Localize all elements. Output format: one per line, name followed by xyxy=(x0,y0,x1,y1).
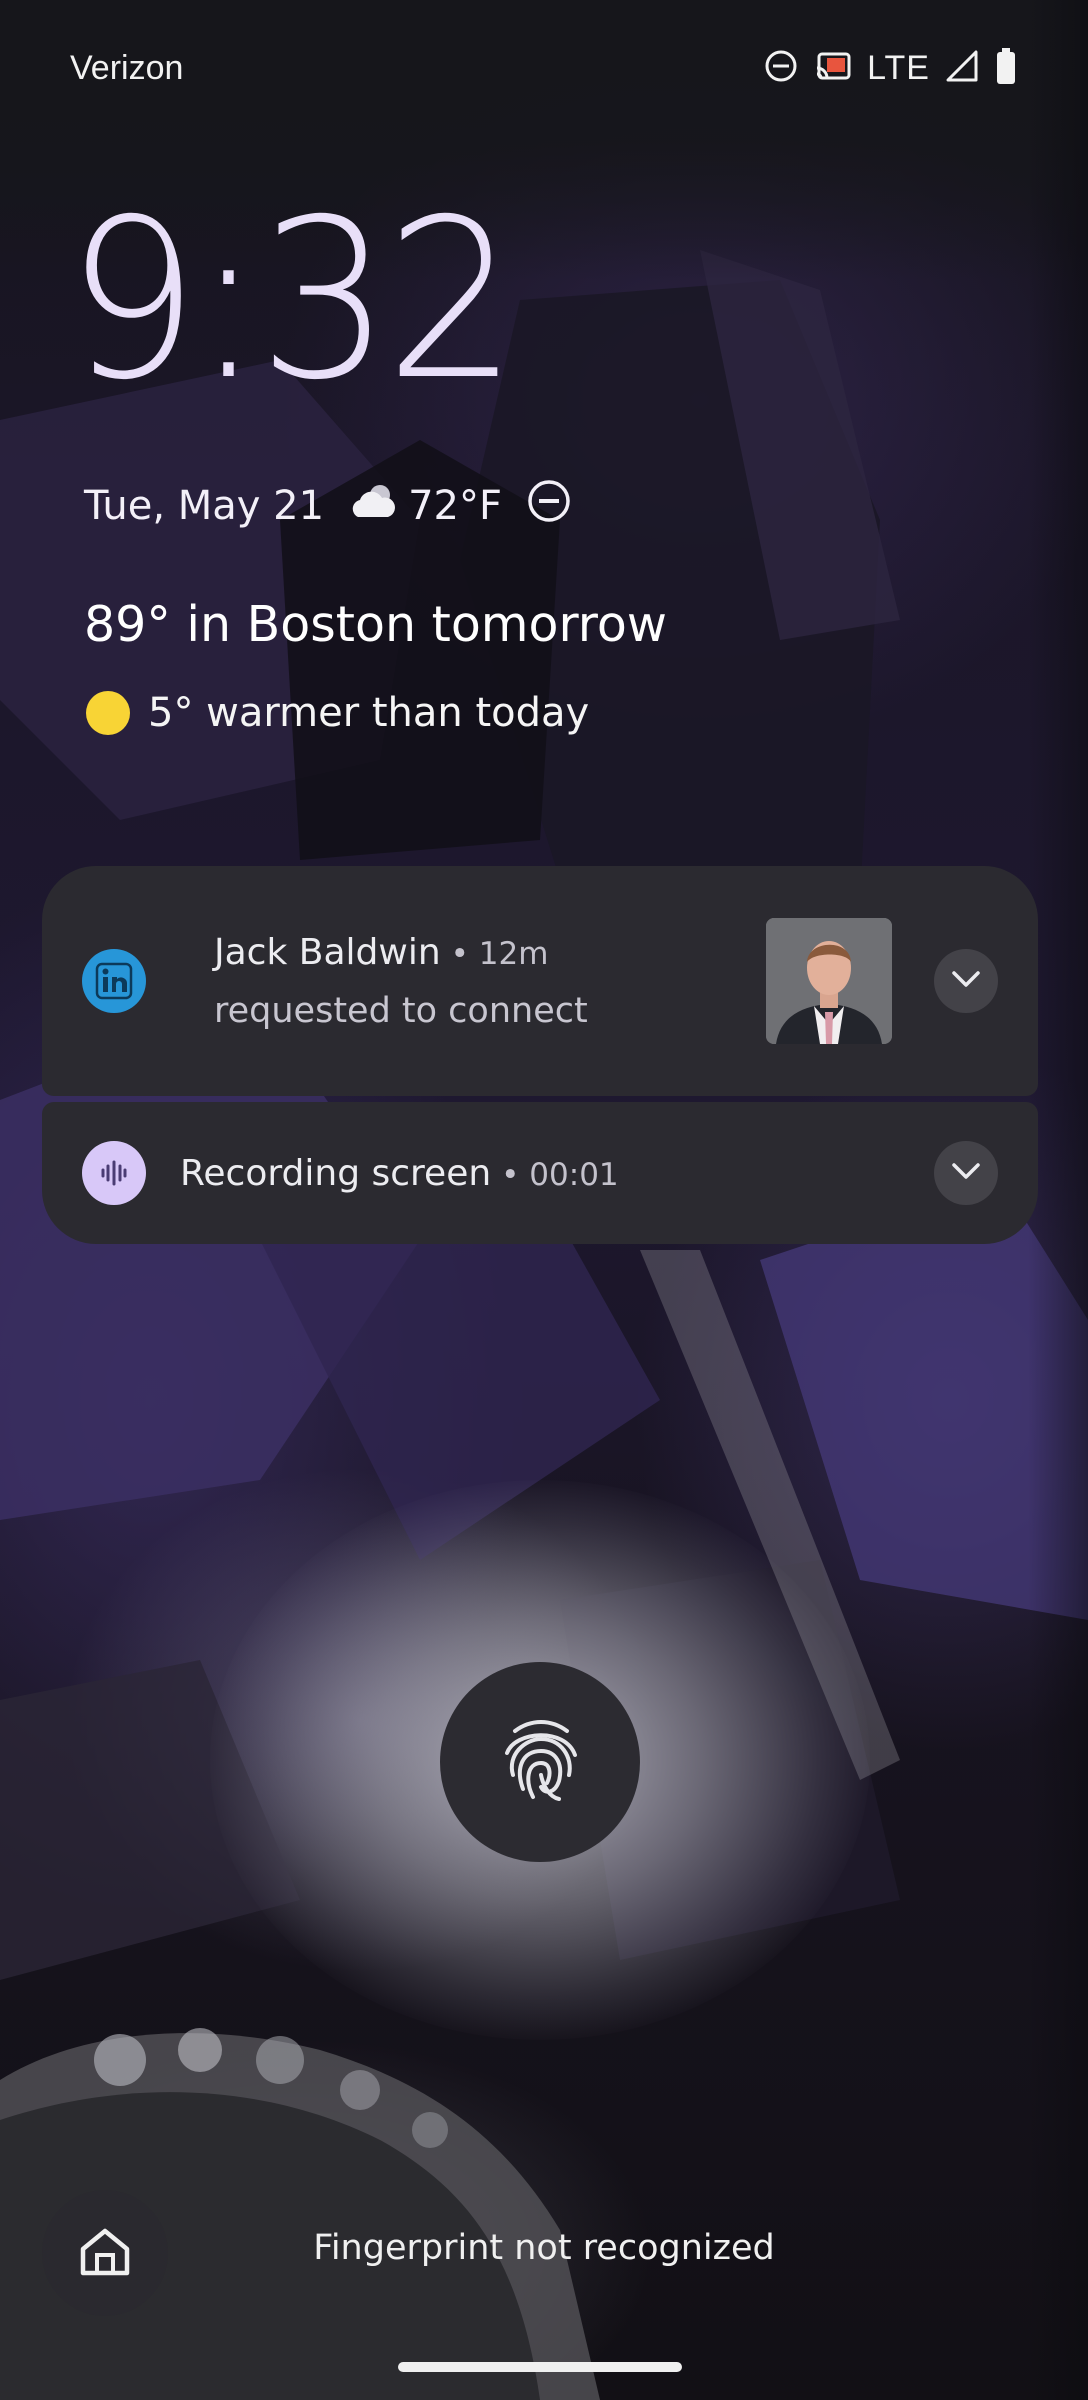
status-icons: LTE xyxy=(763,46,1018,90)
lockscreen-clock: 9:32 xyxy=(66,172,518,428)
date-text: Tue, May 21 xyxy=(84,483,325,529)
forecast-detail-text: 5° warmer than today xyxy=(148,690,590,736)
date-weather-line[interactable]: Tue, May 21 72°F xyxy=(84,478,572,534)
fingerprint-sensor[interactable] xyxy=(440,1662,640,1862)
notification-text: requested to connect xyxy=(214,990,588,1031)
notification-time: • 00:01 xyxy=(501,1156,619,1193)
notification-screen-recording[interactable]: Recording screen • 00:01 xyxy=(42,1102,1038,1244)
expand-notification-button[interactable] xyxy=(934,1141,998,1205)
temperature: 72°F xyxy=(408,483,502,529)
sun-icon xyxy=(86,691,130,735)
notification-title: Recording screen xyxy=(180,1152,492,1194)
profile-thumbnail xyxy=(766,918,892,1044)
chevron-down-icon xyxy=(948,1159,984,1187)
cell-signal-icon xyxy=(944,48,980,88)
current-weather[interactable]: 72°F xyxy=(348,479,502,533)
fingerprint-icon xyxy=(485,1705,595,1819)
battery-icon xyxy=(994,46,1018,90)
linkedin-icon xyxy=(82,949,146,1013)
recorder-icon xyxy=(82,1141,146,1205)
carrier-name: Verizon xyxy=(70,48,184,87)
forecast-detail[interactable]: 5° warmer than today xyxy=(86,690,589,736)
lockscreen: Verizon LTE 9:32 Tue, May 21 72°F 89° in… xyxy=(0,0,1088,2400)
notification-time: • 12m xyxy=(450,935,549,972)
gesture-navigation-handle[interactable] xyxy=(398,2362,682,2372)
status-bar: Verizon LTE xyxy=(70,40,1018,96)
do-not-disturb-icon xyxy=(763,48,799,88)
partly-cloudy-icon xyxy=(348,479,400,533)
notification-title-row: Jack Baldwin • 12m xyxy=(214,932,766,973)
notification-linkedin[interactable]: Jack Baldwin • 12m requested to connect xyxy=(42,866,1038,1096)
notification-title: Jack Baldwin xyxy=(214,931,441,973)
network-type: LTE xyxy=(867,48,930,87)
notification-title-row: Recording screen • 00:01 xyxy=(180,1153,934,1194)
notification-body: Recording screen • 00:01 xyxy=(180,1153,934,1194)
cast-icon xyxy=(813,48,853,88)
forecast-headline[interactable]: 89° in Boston tomorrow xyxy=(84,596,667,653)
notification-group: Jack Baldwin • 12m requested to connect xyxy=(42,866,1038,1244)
chevron-down-icon xyxy=(948,967,984,995)
notification-body: Jack Baldwin • 12m requested to connect xyxy=(214,932,766,1031)
expand-notification-button[interactable] xyxy=(934,949,998,1013)
do-not-disturb-icon xyxy=(526,478,572,534)
fingerprint-status-message: Fingerprint not recognized xyxy=(313,2228,775,2268)
